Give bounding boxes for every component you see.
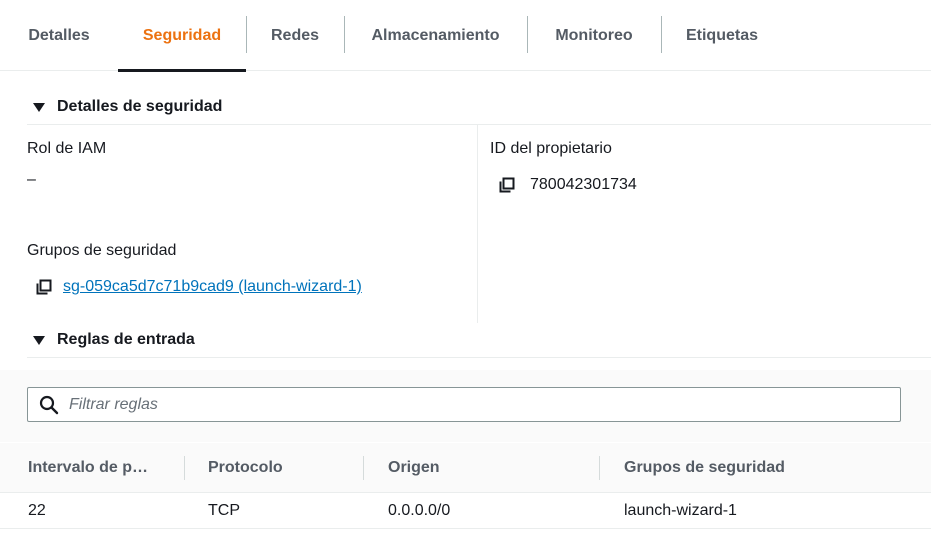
table-cell-port-range: 22 — [28, 502, 46, 519]
inbound-rules-header[interactable]: Reglas de entrada — [27, 330, 195, 350]
caret-down-icon — [33, 335, 45, 345]
iam-role-value: – — [27, 171, 36, 188]
security-group-link[interactable]: sg-059ca5d7c71b9cad9 (launch-wizard-1) — [63, 278, 362, 296]
tab-bar: Detalles Seguridad Redes Almacenamiento … — [0, 0, 931, 72]
column-header-source[interactable]: Origen — [388, 443, 440, 493]
table-cell-security-groups: launch-wizard-1 — [624, 502, 737, 519]
filter-rules-input[interactable] — [69, 395, 889, 414]
tab-redes[interactable]: Redes — [246, 0, 344, 71]
security-groups-label: Grupos de seguridad — [27, 242, 177, 259]
column-header-port-range[interactable]: Intervalo de p… — [28, 443, 148, 493]
owner-id-label: ID del propietario — [490, 140, 612, 157]
table-cell-source: 0.0.0.0/0 — [388, 502, 451, 519]
owner-id-value: 780042301734 — [530, 176, 637, 193]
iam-role-label: Rol de IAM — [27, 140, 107, 157]
divider — [27, 357, 931, 358]
divider — [27, 124, 931, 125]
tab-monitoreo[interactable]: Monitoreo — [527, 0, 661, 71]
tab-seguridad[interactable]: Seguridad — [118, 0, 246, 72]
filter-rules-field[interactable] — [27, 387, 901, 422]
search-icon — [39, 395, 59, 414]
tab-detalles[interactable]: Detalles — [0, 0, 118, 71]
column-divider — [477, 125, 478, 323]
table-row-divider — [0, 528, 931, 529]
copy-icon[interactable] — [499, 177, 515, 193]
column-divider — [184, 456, 185, 480]
section-title: Reglas de entrada — [57, 331, 195, 348]
copy-icon[interactable] — [36, 279, 52, 295]
security-details-header[interactable]: Detalles de seguridad — [27, 97, 222, 117]
column-header-protocol[interactable]: Protocolo — [208, 443, 283, 493]
tab-etiquetas[interactable]: Etiquetas — [661, 0, 783, 71]
table-cell-protocol: TCP — [208, 502, 240, 519]
column-divider — [363, 456, 364, 480]
column-divider — [599, 456, 600, 480]
tab-almacenamiento[interactable]: Almacenamiento — [344, 0, 527, 71]
caret-down-icon — [33, 102, 45, 112]
section-title: Detalles de seguridad — [57, 98, 223, 115]
column-header-security-groups[interactable]: Grupos de seguridad — [624, 443, 785, 493]
